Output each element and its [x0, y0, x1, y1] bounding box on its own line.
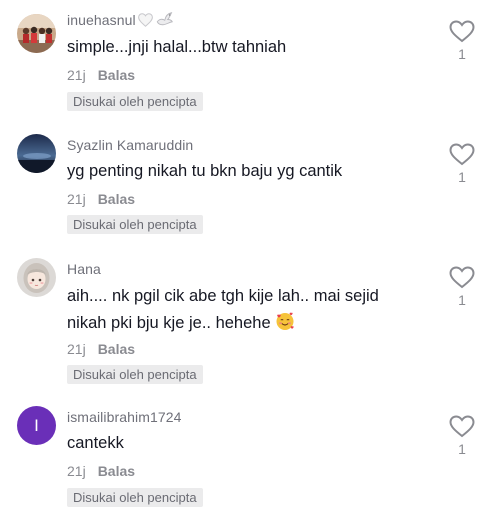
like-count: 1 [458, 46, 466, 62]
comment-text: aih.... nk pgil cik abe tgh kije lah.. m… [67, 283, 379, 309]
username[interactable]: Hana [67, 261, 101, 277]
like-button[interactable]: 1 [448, 266, 476, 308]
username[interactable]: Syazlin Kamaruddin [67, 137, 193, 153]
like-button[interactable]: 1 [448, 20, 476, 62]
reply-button[interactable]: Balas [98, 341, 135, 357]
heart-outline-icon [449, 415, 475, 438]
comment-meta: 21j Balas [67, 67, 135, 83]
like-count: 1 [458, 169, 466, 185]
avatar[interactable]: I [17, 406, 56, 445]
comment-text: simple...jnji halal...btw tahniah [67, 38, 287, 56]
dove-icon [155, 12, 173, 30]
like-button[interactable]: 1 [448, 143, 476, 185]
heart-outline-icon [449, 143, 475, 166]
avatar[interactable] [17, 134, 56, 173]
avatar[interactable] [17, 14, 56, 53]
reply-button[interactable]: Balas [98, 191, 135, 207]
comment-text-line: aih.... nk pgil cik abe tgh kije lah.. m… [67, 287, 379, 305]
comment-text: nikah pki bju kje je.. hehehe [67, 310, 295, 336]
comment-time: 21j [67, 191, 86, 207]
comment-text-line: nikah pki bju kje je.. hehehe [67, 314, 271, 332]
comment-meta: 21j Balas [67, 463, 135, 479]
creator-liked-badge: Disukai oleh pencipta [67, 92, 203, 111]
comment-time: 21j [67, 463, 86, 479]
like-count: 1 [458, 441, 466, 457]
avatar-letter: I [34, 416, 39, 435]
creator-liked-badge: Disukai oleh pencipta [67, 488, 203, 507]
avatar[interactable] [17, 258, 56, 297]
comment-meta: 21j Balas [67, 341, 135, 357]
comment-text: cantekk [67, 434, 124, 452]
creator-liked-badge: Disukai oleh pencipta [67, 215, 203, 234]
smiling-face-with-hearts-icon [275, 311, 295, 331]
white-heart-icon [137, 13, 153, 30]
comment-time: 21j [67, 341, 86, 357]
like-button[interactable]: 1 [448, 415, 476, 457]
reply-button[interactable]: Balas [98, 67, 135, 83]
comment-text: yg penting nikah tu bkn baju yg cantik [67, 162, 343, 180]
comment-meta: 21j Balas [67, 191, 135, 207]
reply-button[interactable]: Balas [98, 463, 135, 479]
heart-outline-icon [449, 266, 475, 289]
username[interactable]: ismailibrahim1724 [67, 409, 182, 425]
creator-liked-badge: Disukai oleh pencipta [67, 365, 203, 384]
username[interactable]: inuehasnul [67, 12, 136, 28]
like-count: 1 [458, 292, 466, 308]
comment-time: 21j [67, 67, 86, 83]
heart-outline-icon [449, 20, 475, 43]
